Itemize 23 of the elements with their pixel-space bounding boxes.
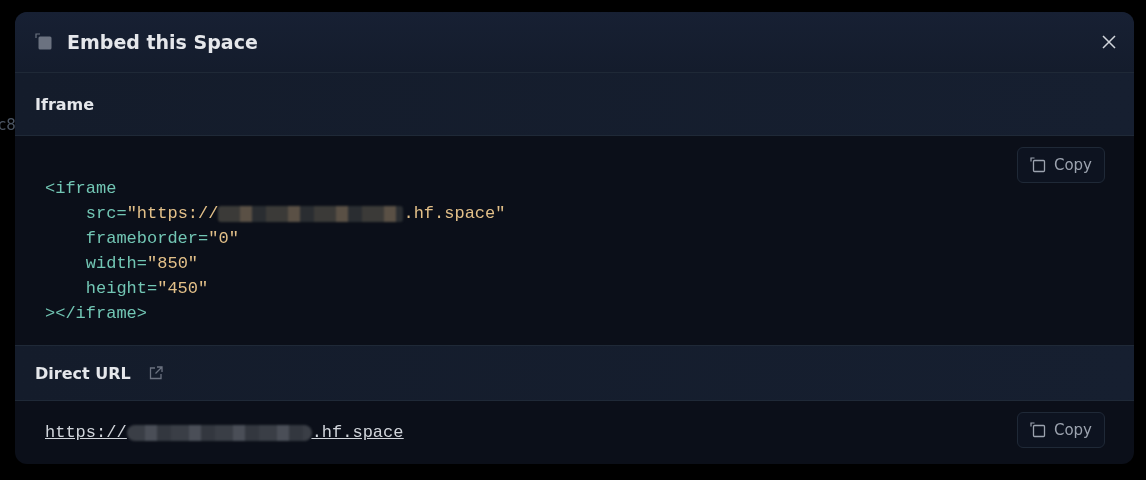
- dialog-title: Embed this Space: [67, 31, 259, 53]
- code-token: .hf.space": [403, 203, 506, 225]
- code-token: "850": [147, 253, 199, 275]
- copy-icon: [1029, 422, 1046, 438]
- code-token: ></iframe>: [45, 303, 148, 325]
- code-token: src=: [84, 203, 127, 225]
- copy-icon: [1029, 157, 1046, 173]
- url-link[interactable]: .hf.space: [311, 423, 404, 442]
- section-title: Iframe: [35, 94, 95, 114]
- close-icon: [1102, 35, 1116, 49]
- section-title: Direct URL: [35, 363, 131, 383]
- code-token: width=: [84, 253, 148, 275]
- external-link-icon[interactable]: [148, 366, 163, 380]
- code-token: "450": [157, 278, 209, 300]
- code-token: height=: [84, 278, 158, 300]
- copy-icon: [35, 33, 53, 51]
- copy-button[interactable]: Copy: [1016, 412, 1105, 448]
- code-token: "https://: [126, 203, 219, 225]
- url-link[interactable]: https://: [45, 423, 127, 442]
- code-token: "0": [208, 228, 239, 250]
- copy-button[interactable]: Copy: [1016, 147, 1105, 183]
- code-token: frameborder=: [84, 228, 209, 250]
- code-token: <iframe: [45, 178, 117, 200]
